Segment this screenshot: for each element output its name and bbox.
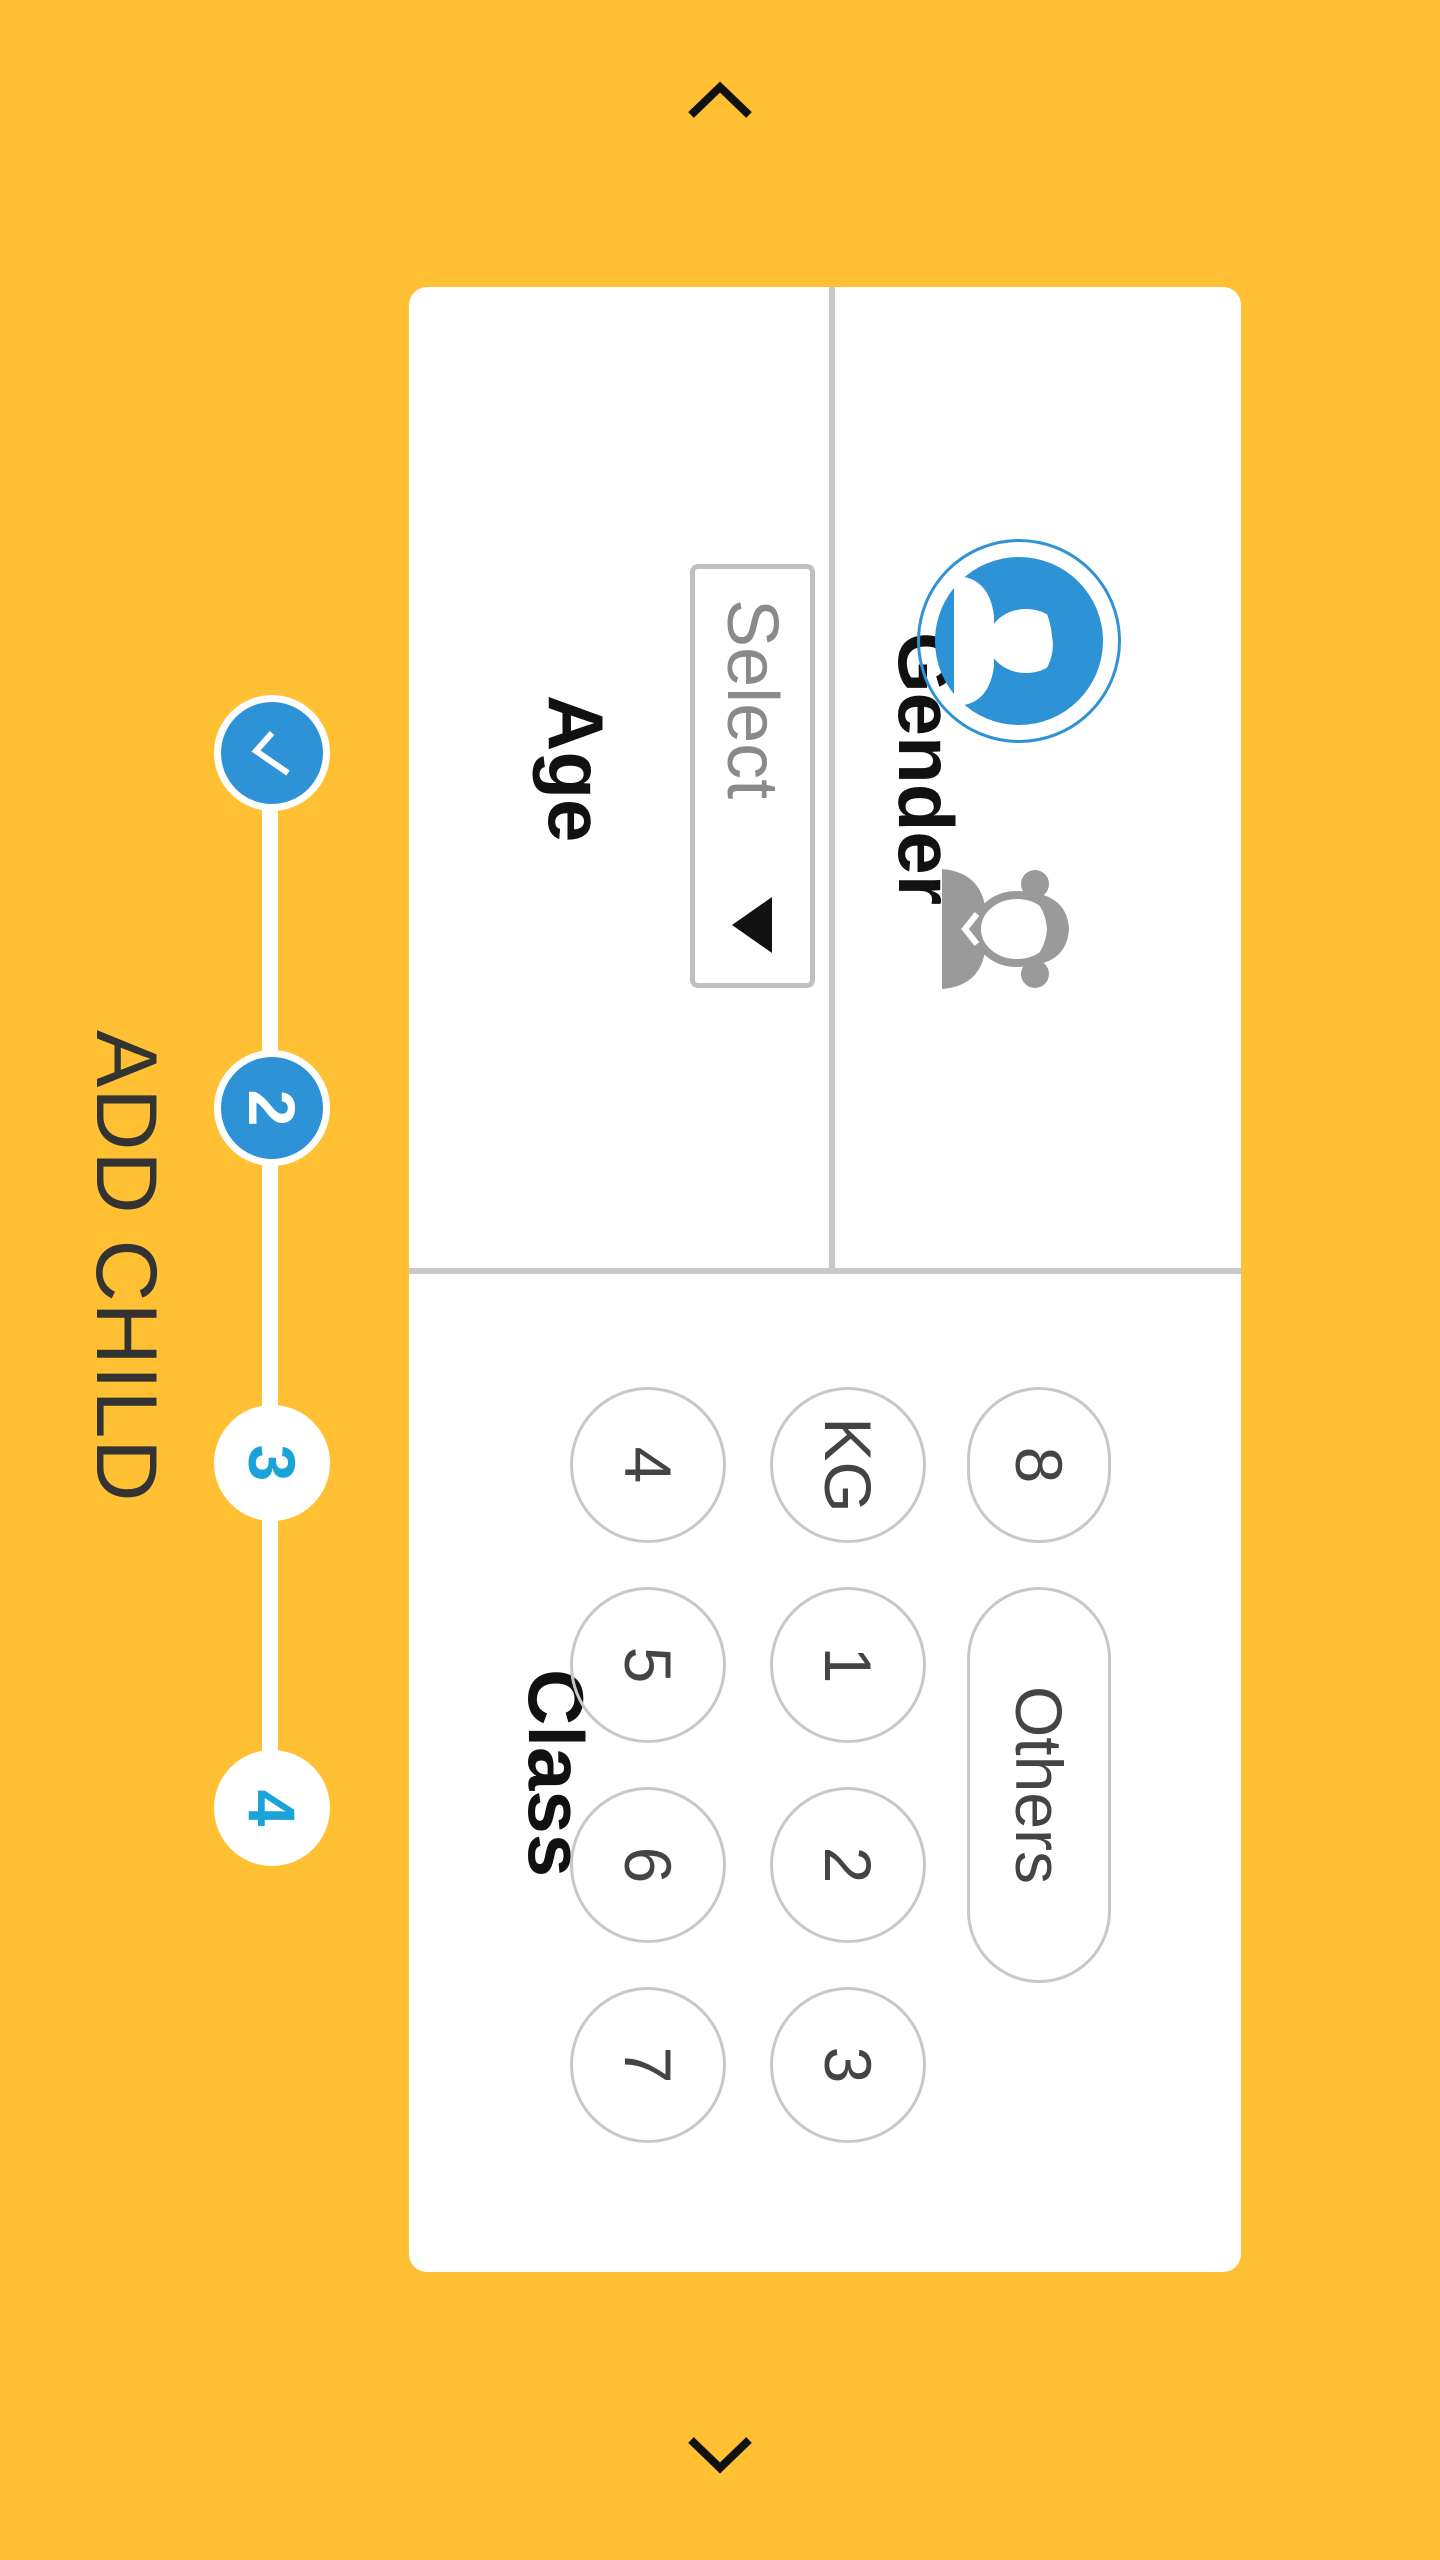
class-option-1[interactable]: 1 [770,1587,926,1743]
gender-girl-option[interactable] [910,827,1114,1031]
divider-vertical [409,1268,1241,1274]
age-select[interactable]: Select [690,564,815,988]
step-3[interactable]: 3 [214,1405,330,1521]
class-option-5[interactable]: 5 [570,1587,726,1743]
gender-boy-option[interactable] [917,539,1121,743]
girl-avatar-icon [942,869,1069,989]
class-option-6[interactable]: 6 [570,1787,726,1943]
rotated-content: ADD CHILD 2 3 4 Age Select Gender Class … [0,0,1440,2560]
class-option-others[interactable]: Others [967,1587,1111,1983]
step-4[interactable]: 4 [214,1750,330,1866]
divider-horizontal [829,287,835,1268]
step-1[interactable] [214,695,330,811]
class-option-3[interactable]: 3 [770,1987,926,2143]
dropdown-caret-icon [732,897,773,953]
page-title: ADD CHILD [78,1030,174,1503]
boy-avatar-icon [935,557,1103,725]
class-option-7[interactable]: 7 [570,1987,726,2143]
child-details-card: Age Select Gender Class KG 1 2 3 4 5 6 7… [409,287,1241,2272]
class-option-4[interactable]: 4 [570,1387,726,1543]
class-option-8[interactable]: 8 [967,1387,1111,1543]
step-2[interactable]: 2 [214,1050,330,1166]
age-label: Age [532,695,620,843]
class-option-kg[interactable]: KG [770,1387,926,1543]
age-select-value: Select [712,599,793,800]
stepper-track [262,750,278,1810]
check-icon [251,731,290,776]
class-option-2[interactable]: 2 [770,1787,926,1943]
